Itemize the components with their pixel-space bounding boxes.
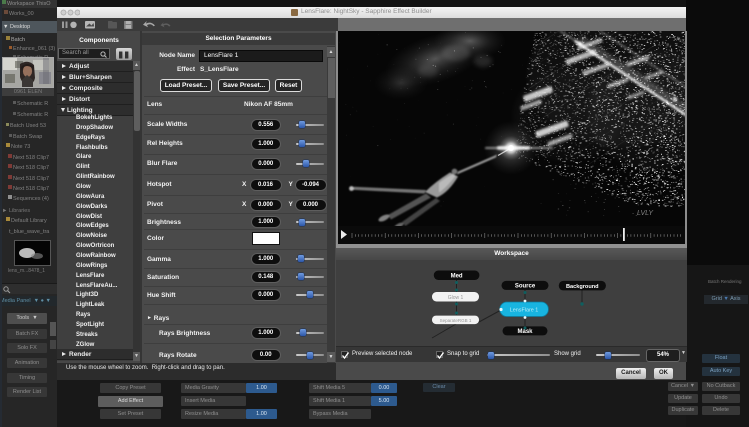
svg-text:LVLY: LVLY bbox=[637, 210, 654, 217]
svg-text:Med: Med bbox=[451, 274, 463, 280]
svg-text:LensFlare 1: LensFlare 1 bbox=[510, 308, 538, 314]
svg-text:Glow 1: Glow 1 bbox=[448, 295, 464, 301]
svg-text:SeparateRGB 1: SeparateRGB 1 bbox=[440, 318, 472, 323]
svg-text:Background: Background bbox=[566, 284, 599, 290]
svg-text:Mask: Mask bbox=[517, 329, 533, 335]
svg-text:Source: Source bbox=[515, 284, 536, 290]
